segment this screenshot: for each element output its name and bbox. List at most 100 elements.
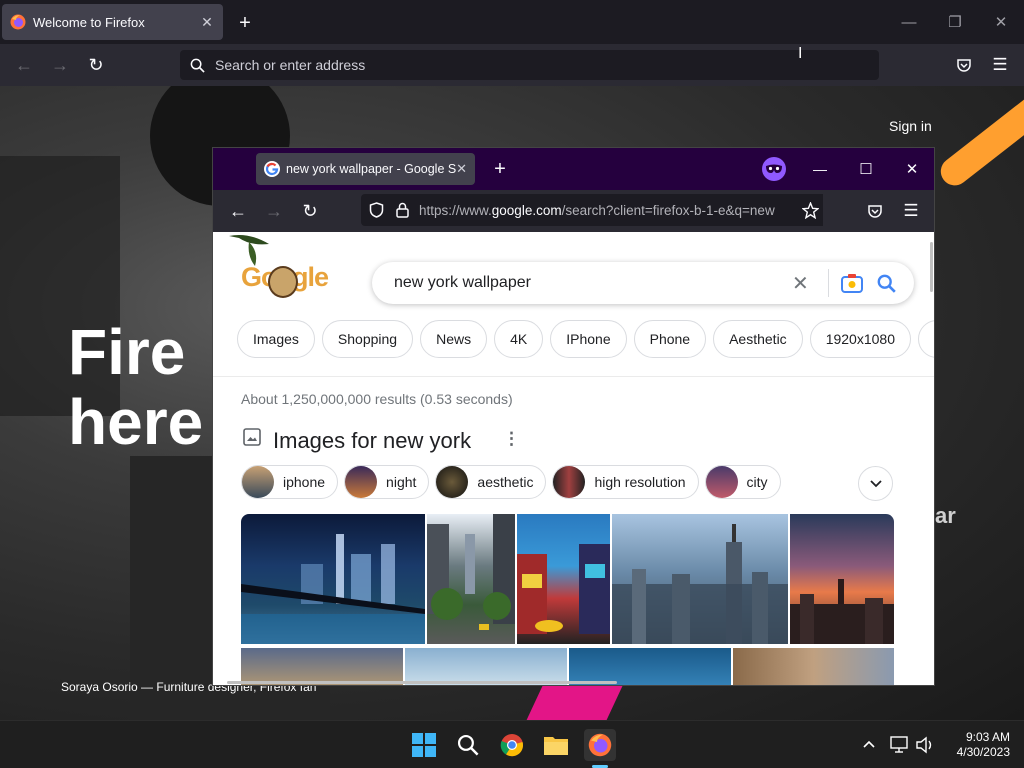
image-result-times-square[interactable] xyxy=(517,514,610,644)
firefox-taskbar-icon[interactable] xyxy=(584,729,616,761)
image-results-grid xyxy=(241,514,894,685)
pocket-icon[interactable] xyxy=(865,201,885,221)
hero-side-fragment: ar xyxy=(935,503,956,528)
chip-aesthetic[interactable]: Aesthetic xyxy=(713,320,803,358)
search-icon[interactable] xyxy=(877,274,896,293)
menu-hamburger-icon[interactable]: ☰ xyxy=(990,55,1010,75)
image-chip-night[interactable]: night xyxy=(344,465,430,499)
reload-icon[interactable]: ↻ xyxy=(84,54,108,76)
image-chip-row: iphone night aesthetic high resolution c… xyxy=(241,465,787,499)
pink-decoration xyxy=(525,682,625,720)
network-icon[interactable] xyxy=(890,736,910,754)
chip-4k[interactable]: 4K xyxy=(494,320,544,358)
close-window-icon[interactable]: ✕ xyxy=(901,158,923,180)
orange-swoosh-decoration xyxy=(935,88,1024,192)
chip-label: iphone xyxy=(283,474,326,490)
image-result-street-view[interactable] xyxy=(427,514,515,644)
system-clock[interactable]: 9:03 AM 4/30/2023 xyxy=(957,730,1010,760)
chevron-down-icon xyxy=(869,479,882,488)
chip-1920x1080[interactable]: 1920x1080 xyxy=(809,320,911,358)
horizontal-scrollbar[interactable] xyxy=(227,681,617,684)
chip-thumbnail xyxy=(553,466,586,498)
chip-label: high resolution xyxy=(594,474,686,490)
minimize-icon[interactable]: — xyxy=(809,158,831,180)
chip-label: aesthetic xyxy=(477,474,534,490)
image-chip-high-resolution[interactable]: high resolution xyxy=(552,465,699,499)
private-browsing-window: new york wallpaper - Google Se ✕ + — ☐ ✕… xyxy=(212,147,935,686)
new-tab-button[interactable]: + xyxy=(489,158,511,180)
google-favicon-icon xyxy=(264,161,280,177)
clock-date: 4/30/2023 xyxy=(956,745,1010,759)
hero-heading-line1: Fire xyxy=(68,316,186,388)
address-placeholder: Search or enter address xyxy=(215,57,366,73)
hero-heading-line2: here xyxy=(68,386,204,458)
google-results-page: Google new york wallpaper ✕ Images Shopp… xyxy=(213,232,934,685)
camera-lens-icon[interactable] xyxy=(841,273,863,293)
chip-thumbnail xyxy=(242,466,274,498)
chip-thumbnail xyxy=(345,466,378,498)
volume-icon[interactable] xyxy=(915,736,935,754)
menu-hamburger-icon[interactable]: ☰ xyxy=(901,201,921,221)
bookmark-star-icon[interactable] xyxy=(797,194,823,226)
clear-search-icon[interactable]: ✕ xyxy=(792,271,816,296)
forward-arrow-icon[interactable]: → xyxy=(48,54,72,76)
tab-welcome-to-firefox[interactable]: Welcome to Firefox ✕ xyxy=(2,4,223,40)
address-bar[interactable]: Search or enter address xyxy=(180,50,879,80)
sign-in-link[interactable]: Sign in xyxy=(889,118,932,134)
file-explorer-icon[interactable] xyxy=(540,729,572,761)
more-options-icon[interactable]: ⋮ xyxy=(503,429,520,449)
lock-icon[interactable] xyxy=(396,202,409,218)
text-cursor-icon: I xyxy=(798,45,803,62)
search-box[interactable]: new york wallpaper ✕ xyxy=(372,262,914,304)
address-bar[interactable]: https://www. google.com/search?client=fir… xyxy=(361,194,823,226)
pocket-icon[interactable] xyxy=(954,55,974,75)
images-section-heading[interactable]: Images for new york xyxy=(273,428,471,454)
image-chip-city[interactable]: city xyxy=(704,465,781,499)
back-arrow-icon[interactable]: ← xyxy=(226,200,250,222)
search-icon xyxy=(190,58,205,73)
clock-time: 9:03 AM xyxy=(965,730,1010,744)
filter-chip-row: Images Shopping News 4K IPhone Phone Aes… xyxy=(237,320,934,360)
maximize-icon[interactable]: ☐ xyxy=(855,158,877,180)
chip-shopping[interactable]: Shopping xyxy=(321,320,414,358)
chip-thumbnail xyxy=(436,466,469,498)
close-tab-icon[interactable]: ✕ xyxy=(456,161,467,177)
close-window-icon[interactable]: ✕ xyxy=(978,0,1024,44)
restore-icon[interactable]: ❐ xyxy=(932,0,978,44)
vertical-scrollbar[interactable] xyxy=(930,242,933,292)
minimize-icon[interactable]: — xyxy=(886,0,932,44)
chevron-up-icon[interactable] xyxy=(860,735,878,753)
image-result-row2-4[interactable] xyxy=(733,648,894,685)
tab-title: Welcome to Firefox xyxy=(33,14,145,30)
image-result-sunset-skyline[interactable] xyxy=(790,514,894,644)
url-domain: google.com xyxy=(491,202,562,218)
tab-google-search[interactable]: new york wallpaper - Google Se ✕ xyxy=(256,153,475,185)
firefox-favicon-icon xyxy=(10,14,26,30)
chip-phone[interactable]: Phone xyxy=(633,320,707,358)
image-chip-aesthetic[interactable]: aesthetic xyxy=(435,465,547,499)
forward-arrow-icon[interactable]: → xyxy=(262,200,286,222)
tab-title: new york wallpaper - Google Se xyxy=(286,162,457,176)
tracking-shield-icon[interactable] xyxy=(369,202,384,218)
search-input[interactable]: new york wallpaper xyxy=(394,274,792,292)
url-prefix: https://www. xyxy=(419,202,492,218)
image-chip-iphone[interactable]: iphone xyxy=(241,465,339,499)
chip-hd[interactable]: HD xyxy=(917,320,934,358)
chip-label: night xyxy=(386,474,417,490)
chip-news[interactable]: News xyxy=(420,320,488,358)
image-result-brooklyn-bridge[interactable] xyxy=(241,514,425,644)
search-icon[interactable] xyxy=(452,729,484,761)
expand-chips-button[interactable] xyxy=(858,466,893,501)
chip-label: city xyxy=(746,474,768,490)
chip-iphone[interactable]: IPhone xyxy=(550,320,627,358)
windows-taskbar: 9:03 AM 4/30/2023 xyxy=(0,720,1024,768)
back-arrow-icon[interactable]: ← xyxy=(12,54,36,76)
image-icon xyxy=(243,428,261,446)
close-tab-icon[interactable]: ✕ xyxy=(199,14,215,30)
windows-start-icon[interactable] xyxy=(408,729,440,761)
new-tab-button[interactable]: + xyxy=(234,12,256,34)
chip-images[interactable]: Images xyxy=(237,320,315,358)
image-result-empire-state[interactable] xyxy=(612,514,788,644)
reload-icon[interactable]: ↻ xyxy=(298,200,322,222)
chrome-icon[interactable] xyxy=(496,729,528,761)
